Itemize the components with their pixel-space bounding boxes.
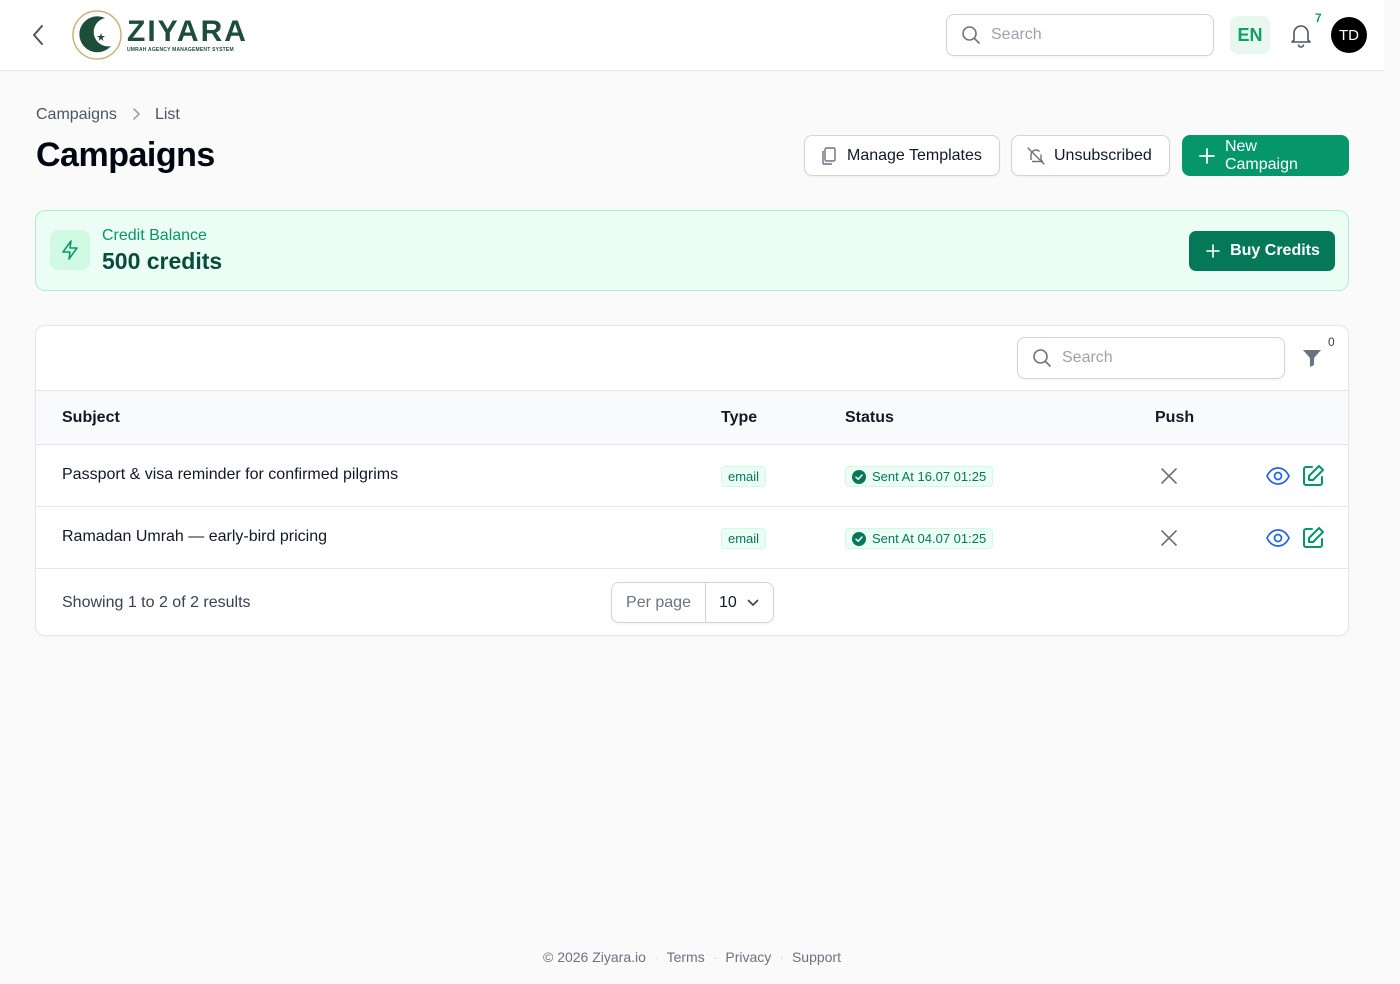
eye-icon [1266, 529, 1290, 547]
back-button[interactable] [24, 20, 52, 50]
table-search-input[interactable] [1062, 349, 1262, 367]
language-switcher[interactable]: EN [1230, 16, 1270, 54]
status-badge: Sent At 16.07 01:25 [845, 466, 994, 487]
search-icon [962, 26, 980, 44]
copyright-text: © 2026 Ziyara.io [542, 949, 646, 965]
view-button[interactable] [1265, 525, 1291, 551]
type-badge: email [721, 528, 767, 549]
breadcrumb: Campaigns List [36, 106, 180, 124]
edit-icon [1303, 527, 1324, 548]
manage-templates-label: Manage Templates [847, 146, 982, 164]
status-badge: Sent At 04.07 01:25 [845, 528, 994, 549]
status-text: Sent At 16.07 01:25 [872, 469, 987, 484]
column-header-status[interactable]: Status [845, 409, 894, 427]
global-search[interactable] [946, 14, 1214, 56]
bell-slash-icon [1027, 146, 1045, 165]
plus-icon [1206, 244, 1220, 258]
eye-icon [1266, 467, 1290, 485]
status-text: Sent At 04.07 01:25 [872, 531, 987, 546]
results-summary: Showing 1 to 2 of 2 results [62, 594, 251, 611]
edit-button[interactable] [1300, 463, 1326, 489]
terms-link[interactable]: Terms [667, 949, 705, 965]
edit-button[interactable] [1300, 525, 1326, 551]
campaign-subject: Passport & visa reminder for confirmed p… [62, 466, 399, 483]
chevron-right-icon [131, 107, 141, 124]
manage-templates-button[interactable]: Manage Templates [804, 135, 1000, 176]
brand-name: ZIYARA [127, 15, 248, 48]
brand-logo[interactable]: ZIYARA UMRAH AGENCY MANAGEMENT SYSTEM [71, 9, 248, 61]
plus-icon [1199, 147, 1215, 164]
notification-count-badge: 7 [1315, 11, 1322, 25]
column-header-type[interactable]: Type [721, 409, 757, 427]
page-footer: © 2026 Ziyara.io · Terms · Privacy · Support [542, 949, 841, 965]
chevron-left-icon [33, 25, 43, 45]
brand-tagline: UMRAH AGENCY MANAGEMENT SYSTEM [127, 47, 234, 53]
check-circle-icon [852, 531, 866, 546]
table-row[interactable]: Passport & visa reminder for confirmed p… [36, 445, 1348, 507]
type-badge: email [721, 466, 767, 487]
per-page-control: Per page 10 [611, 582, 774, 623]
view-button[interactable] [1265, 463, 1291, 489]
privacy-link[interactable]: Privacy [725, 949, 771, 965]
x-mark-icon [1161, 530, 1177, 546]
table-toolbar: 0 [36, 326, 1348, 391]
column-header-subject[interactable]: Subject [62, 409, 120, 427]
new-campaign-button[interactable]: New Campaign [1182, 135, 1349, 176]
check-circle-icon [852, 469, 866, 484]
buy-credits-label: Buy Credits [1230, 242, 1320, 259]
table-pagination: Showing 1 to 2 of 2 results Per page 10 [36, 569, 1348, 635]
copy-icon [822, 146, 836, 165]
unsubscribed-button[interactable]: Unsubscribed [1011, 135, 1170, 176]
table-header: Subject Type Status Push [36, 391, 1348, 445]
filter-icon [1303, 350, 1321, 367]
credit-balance-label: Credit Balance [102, 227, 207, 244]
lightning-icon [50, 230, 90, 270]
filter-count-badge: 0 [1328, 335, 1335, 349]
per-page-select[interactable]: 10 [706, 583, 773, 622]
crescent-logo-icon [72, 10, 122, 60]
campaigns-table-card: 0 Subject Type Status Push Passport & vi… [35, 325, 1349, 636]
campaign-subject: Ramadan Umrah — early-bird pricing [62, 528, 327, 545]
global-search-input[interactable] [991, 26, 1191, 44]
user-avatar[interactable]: TD [1331, 17, 1367, 53]
edit-icon [1303, 465, 1324, 486]
table-search[interactable] [1017, 337, 1285, 379]
unsubscribed-label: Unsubscribed [1054, 146, 1152, 164]
credit-balance-card: Credit Balance 500 credits Buy Credits [35, 210, 1349, 291]
x-mark-icon [1161, 468, 1177, 484]
table-row[interactable]: Ramadan Umrah — early-bird pricing email… [36, 507, 1348, 569]
search-icon [1033, 349, 1051, 367]
new-campaign-label: New Campaign [1224, 137, 1298, 173]
bell-icon [1291, 25, 1311, 48]
per-page-label: Per page [612, 583, 706, 622]
breadcrumb-campaigns[interactable]: Campaigns [36, 106, 117, 124]
per-page-value: 10 [719, 593, 737, 611]
top-bar: ZIYARA UMRAH AGENCY MANAGEMENT SYSTEM EN… [0, 0, 1384, 71]
credit-balance-value: 500 credits [102, 248, 223, 274]
page-title: Campaigns [36, 136, 215, 174]
buy-credits-button[interactable]: Buy Credits [1189, 231, 1335, 271]
chevron-down-icon [747, 599, 759, 606]
notifications-button[interactable] [1286, 20, 1316, 50]
support-link[interactable]: Support [792, 949, 841, 965]
breadcrumb-list: List [154, 106, 180, 123]
filter-button[interactable] [1300, 346, 1324, 370]
column-header-push[interactable]: Push [1155, 409, 1194, 427]
